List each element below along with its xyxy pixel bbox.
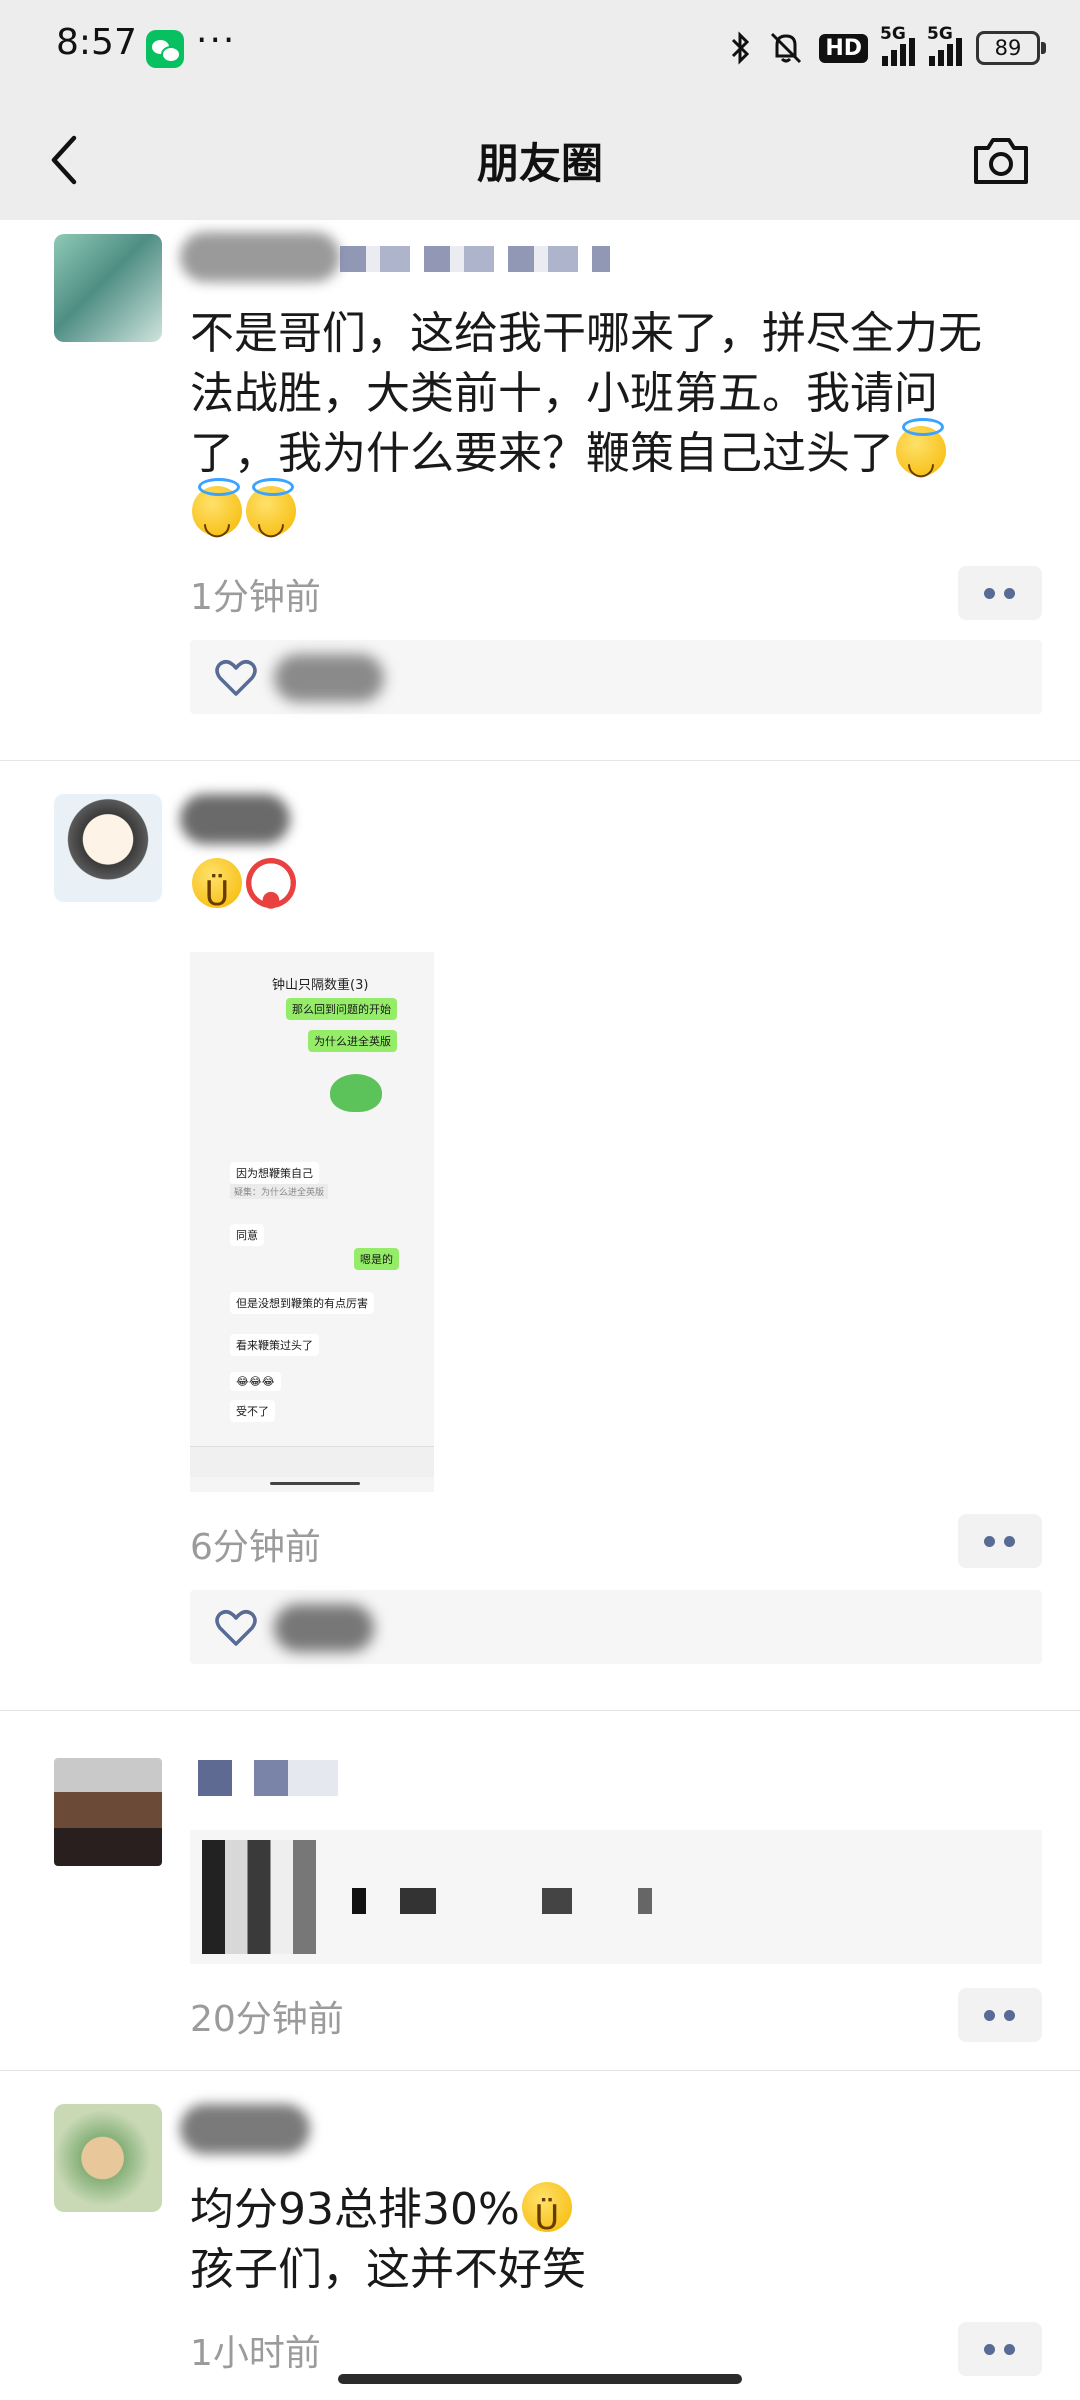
- avatar[interactable]: [54, 234, 162, 342]
- muted-bell-icon: [771, 32, 802, 64]
- post-timestamp: 1小时前: [190, 2333, 321, 2374]
- halo-smile-emoji-icon: [896, 418, 946, 492]
- screenshot-home-bar: [270, 1482, 360, 1485]
- post-image-chat-screenshot[interactable]: 钟山只隔数重(3) 那么回到问题的开始 为什么进全英版 因为想鞭策自己 疑集：为…: [190, 952, 434, 1492]
- chat-bubble-white: 同意: [230, 1224, 264, 1246]
- link-title-pixelated: [352, 1888, 652, 1914]
- screenshot-header: 钟山只隔数重(3): [190, 952, 434, 993]
- post-text: [190, 856, 1040, 930]
- likes-box: [190, 640, 1042, 714]
- camera-icon[interactable]: [970, 130, 1032, 190]
- post-timestamp: 6分钟前: [190, 1527, 321, 1568]
- chat-quote: 疑集：为什么进全英版: [230, 1184, 329, 1199]
- likes-box: [190, 1590, 1042, 1664]
- bluetooth-icon: [732, 31, 750, 65]
- nav-bar: 朋友圈: [0, 100, 1080, 220]
- chat-bubble-white: 但是没想到鞭策的有点厉害: [230, 1292, 374, 1314]
- heart-icon: [215, 1610, 257, 1646]
- moments-post: 钟山只隔数重(3) 那么回到问题的开始 为什么进全英版 因为想鞭策自己 疑集：为…: [0, 760, 1080, 1710]
- screenshot-group-title: 钟山只隔数重(3): [272, 978, 369, 993]
- more-options-button[interactable]: [958, 2322, 1042, 2376]
- post-text-line: 了，我为什么要来？鞭策自己过头了: [190, 418, 1040, 492]
- status-icons: HD 5G 5G 89: [729, 24, 1046, 70]
- username-pixelated[interactable]: [198, 1760, 338, 1796]
- chat-bubble-green: 为什么进全英版: [308, 1030, 397, 1052]
- halo-smile-emoji-icon: [192, 478, 242, 552]
- moments-post: 20分钟前: [0, 1710, 1080, 2070]
- chat-bubble-white: 😂😂😂: [230, 1372, 281, 1391]
- status-time: 8:57: [56, 22, 137, 63]
- more-options-button[interactable]: [958, 1514, 1042, 1568]
- link-thumbnail: [202, 1840, 316, 1954]
- more-options-button[interactable]: [958, 1988, 1042, 2042]
- post-timestamp: 1分钟前: [190, 577, 321, 618]
- chat-bubble-white: 看来鞭策过头了: [230, 1334, 319, 1356]
- moments-post: 均分93总排30% 孩子们，这并不好笑 1小时前: [0, 2070, 1080, 2400]
- post-text-line: 不是哥们，这给我干哪来了，拼尽全力无: [190, 308, 982, 359]
- screenshot-input-bar: [190, 1446, 434, 1477]
- liker-name-obscured[interactable]: [274, 1604, 374, 1652]
- username-obscured[interactable]: [180, 794, 290, 844]
- username-obscured[interactable]: [180, 232, 340, 282]
- signal-icon-2: 5G: [927, 24, 962, 66]
- avatar[interactable]: [54, 2104, 162, 2212]
- clown-face-emoji-icon: [246, 858, 296, 930]
- home-indicator[interactable]: [338, 2374, 742, 2384]
- liker-name-obscured[interactable]: [274, 654, 384, 702]
- shared-link-card[interactable]: [190, 1830, 1042, 1964]
- heart-icon: [215, 660, 257, 696]
- post-text-line: 孩子们，这并不好笑: [190, 2244, 586, 2295]
- avatar[interactable]: [54, 794, 162, 902]
- chat-bubble-green: 嗯是的: [354, 1248, 399, 1270]
- hd-voice-badge: HD: [819, 33, 868, 63]
- username-obscured[interactable]: [180, 2104, 310, 2154]
- chat-bubble-white: 受不了: [230, 1400, 275, 1422]
- post-text-line: [190, 478, 1040, 552]
- post-text: 均分93总排30% 孩子们，这并不好笑: [190, 2180, 1040, 2300]
- moments-post: 不是哥们，这给我干哪来了，拼尽全力无 法战胜，大类前十，小班第五。我请问 了，我…: [0, 220, 1080, 760]
- post-text: 不是哥们，这给我干哪来了，拼尽全力无 法战胜，大类前十，小班第五。我请问 了，我…: [190, 304, 1040, 552]
- username-pixelated: [340, 246, 610, 272]
- page-title: 朋友圈: [476, 139, 603, 188]
- chat-bubble-green: 那么回到问题的开始: [286, 998, 397, 1020]
- signal-icon-1: 5G: [880, 24, 915, 66]
- chat-bubble-white: 因为想鞭策自己: [230, 1162, 319, 1184]
- zany-face-emoji-icon: [192, 858, 242, 924]
- zany-face-emoji-icon: [521, 2182, 572, 2248]
- status-bar: 8:57 ··· HD 5G 5G 89: [0, 0, 1080, 100]
- frog-sticker-icon: [330, 1074, 382, 1112]
- post-timestamp: 20分钟前: [190, 1999, 344, 2040]
- halo-smile-emoji-icon: [246, 478, 296, 552]
- post-text-line: 法战胜，大类前十，小班第五。我请问: [190, 368, 938, 419]
- battery-icon: 89: [976, 31, 1046, 65]
- more-options-button[interactable]: [958, 566, 1042, 620]
- wechat-notification-icon: [146, 30, 184, 68]
- post-text-line: 均分93总排30%: [190, 2180, 1040, 2248]
- more-notifications-icon: ···: [196, 20, 237, 61]
- avatar[interactable]: [54, 1758, 162, 1866]
